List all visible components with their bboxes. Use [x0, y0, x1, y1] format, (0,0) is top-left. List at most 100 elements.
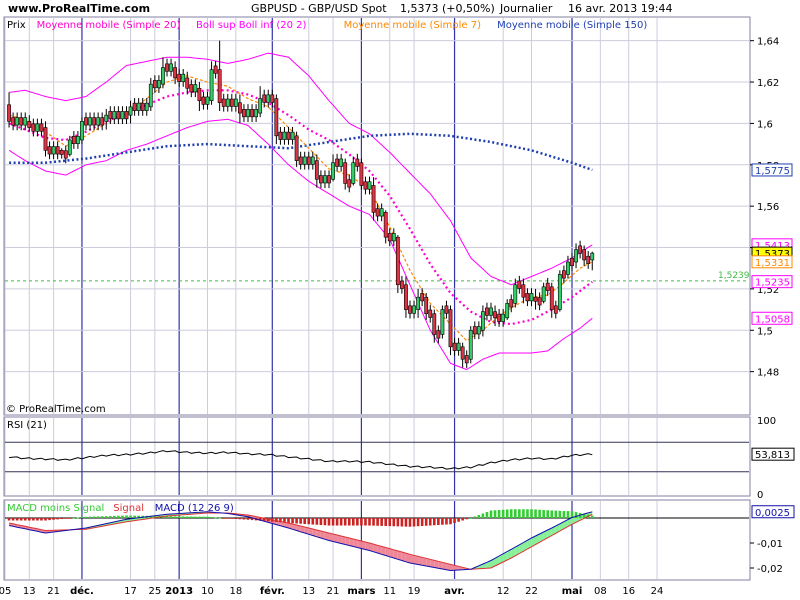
- candle-body[interactable]: [359, 162, 364, 186]
- candle-body[interactable]: [549, 286, 554, 310]
- candle-body[interactable]: [501, 313, 506, 322]
- candle-body[interactable]: [339, 158, 344, 167]
- candle-body[interactable]: [161, 67, 165, 85]
- candle-body[interactable]: [553, 305, 558, 314]
- candle-body[interactable]: [578, 245, 583, 254]
- candle-body[interactable]: [169, 63, 173, 72]
- candle-body[interactable]: [561, 270, 566, 279]
- candle-body[interactable]: [590, 252, 595, 261]
- candle-body[interactable]: [59, 150, 64, 155]
- candle-body[interactable]: [80, 121, 84, 141]
- candle-body[interactable]: [120, 111, 125, 120]
- candle-body[interactable]: [144, 102, 149, 111]
- candle-body[interactable]: [124, 111, 129, 120]
- candle-body[interactable]: [148, 83, 153, 108]
- candle-body[interactable]: [177, 73, 182, 82]
- candle-body[interactable]: [404, 284, 408, 310]
- candle-body[interactable]: [456, 342, 461, 351]
- candle-body[interactable]: [31, 123, 36, 132]
- candle-body[interactable]: [116, 111, 121, 120]
- candle-body[interactable]: [363, 181, 368, 190]
- candle-body[interactable]: [379, 208, 384, 217]
- candle-body[interactable]: [217, 69, 222, 104]
- candle-body[interactable]: [367, 181, 372, 190]
- candle-body[interactable]: [399, 280, 404, 289]
- candle-body[interactable]: [570, 257, 574, 267]
- candle-body[interactable]: [112, 111, 117, 120]
- candle-body[interactable]: [266, 94, 271, 103]
- candle-body[interactable]: [464, 355, 469, 364]
- candle-body[interactable]: [460, 346, 465, 360]
- candle-body[interactable]: [395, 236, 400, 286]
- candle-body[interactable]: [189, 84, 194, 93]
- candle-body[interactable]: [262, 94, 267, 103]
- candle-body[interactable]: [84, 117, 88, 126]
- candle-body[interactable]: [452, 342, 457, 351]
- candle-body[interactable]: [233, 98, 238, 107]
- candle-body[interactable]: [181, 73, 186, 82]
- candle-body[interactable]: [343, 162, 348, 184]
- candle-body[interactable]: [440, 309, 445, 335]
- candle-body[interactable]: [497, 313, 502, 322]
- candle-body[interactable]: [165, 63, 169, 72]
- candle-body[interactable]: [485, 307, 489, 316]
- candle-body[interactable]: [63, 150, 68, 159]
- candle-body[interactable]: [476, 326, 481, 335]
- candle-body[interactable]: [582, 249, 587, 261]
- candle-body[interactable]: [71, 135, 76, 144]
- candle-body[interactable]: [132, 102, 137, 111]
- candle-body[interactable]: [11, 117, 16, 126]
- candle-body[interactable]: [371, 185, 376, 213]
- candle-body[interactable]: [302, 156, 307, 165]
- candle-body[interactable]: [416, 296, 421, 310]
- candle-body[interactable]: [557, 274, 562, 310]
- candle-body[interactable]: [529, 293, 534, 302]
- candle-body[interactable]: [270, 94, 275, 103]
- candle-body[interactable]: [193, 84, 198, 93]
- rsi-panel[interactable]: [3, 416, 751, 497]
- candle-body[interactable]: [67, 139, 72, 155]
- candle-body[interactable]: [47, 146, 52, 155]
- candle-body[interactable]: [408, 305, 412, 314]
- candle-body[interactable]: [128, 106, 133, 116]
- candle-body[interactable]: [185, 77, 190, 89]
- candle-body[interactable]: [225, 98, 230, 107]
- candle-body[interactable]: [221, 98, 226, 107]
- candle-body[interactable]: [35, 123, 40, 132]
- candle-body[interactable]: [298, 156, 303, 165]
- candle-body[interactable]: [331, 162, 335, 180]
- candle-body[interactable]: [290, 131, 295, 140]
- candle-body[interactable]: [43, 127, 48, 151]
- candle-body[interactable]: [521, 284, 526, 298]
- candle-body[interactable]: [7, 104, 11, 122]
- candle-body[interactable]: [428, 309, 433, 318]
- candle-body[interactable]: [448, 309, 453, 348]
- candle-body[interactable]: [51, 146, 56, 155]
- candle-body[interactable]: [335, 158, 340, 167]
- candle-body[interactable]: [96, 117, 101, 126]
- candle-body[interactable]: [505, 303, 510, 319]
- candle-body[interactable]: [213, 65, 218, 74]
- candle-body[interactable]: [76, 135, 80, 144]
- candle-body[interactable]: [306, 156, 311, 165]
- chart-area[interactable]: 1,5239 1,481,51,521,541,561,581,61,621,6…: [0, 0, 800, 600]
- candle-body[interactable]: [513, 284, 518, 304]
- candle-body[interactable]: [197, 87, 202, 101]
- candle-body[interactable]: [566, 261, 570, 275]
- candle-body[interactable]: [55, 146, 60, 155]
- candle-body[interactable]: [201, 96, 206, 105]
- candle-body[interactable]: [27, 121, 32, 128]
- candle-body[interactable]: [525, 293, 530, 302]
- candle-body[interactable]: [314, 160, 319, 180]
- candle-body[interactable]: [574, 249, 578, 263]
- candle-body[interactable]: [286, 131, 291, 140]
- candle-body[interactable]: [310, 156, 315, 165]
- candle-body[interactable]: [347, 179, 352, 188]
- candle-body[interactable]: [294, 135, 299, 161]
- candle-body[interactable]: [15, 117, 20, 126]
- candle-body[interactable]: [533, 296, 538, 302]
- candle-body[interactable]: [274, 98, 279, 137]
- candle-body[interactable]: [586, 255, 591, 264]
- candle-body[interactable]: [254, 109, 259, 118]
- candle-body[interactable]: [205, 96, 210, 105]
